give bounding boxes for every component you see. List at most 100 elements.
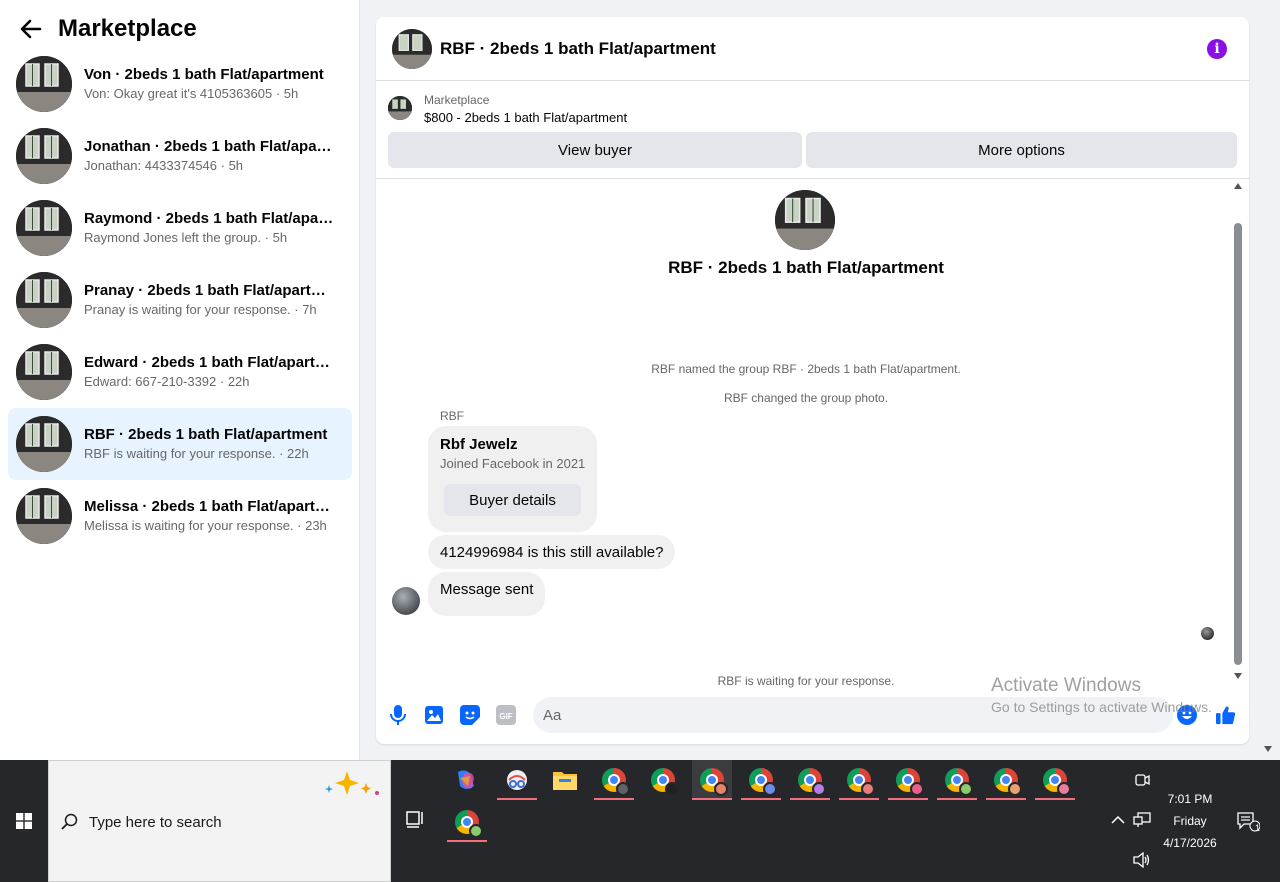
clock-date: 4/17/2026 (1163, 836, 1217, 850)
chrome-window-icon-active[interactable] (692, 760, 732, 800)
seen-indicator-avatar (1201, 627, 1214, 640)
taskbar-search-box[interactable]: Type here to search (48, 760, 391, 882)
buyer-card: Rbf Jewelz Joined Facebook in 2021 Buyer… (428, 426, 597, 532)
sender-label: RBF (440, 409, 464, 423)
chrome-window-icon[interactable] (1035, 760, 1075, 800)
scroll-thumb[interactable] (1234, 223, 1242, 665)
task-view-icon[interactable] (396, 800, 436, 840)
windows-taskbar: Type here to search 7:01 PM Friday 4/17/… (0, 760, 1280, 882)
conversation-item[interactable]: Edward · 2beds 1 bath Flat/apartm... Edw… (8, 336, 352, 408)
listing-thumbnail (388, 96, 412, 120)
scroll-up-arrow-icon[interactable] (1234, 183, 1242, 189)
conversation-preview: Raymond Jones left the group. · 5h (84, 230, 288, 245)
listing-thumbnail (16, 128, 72, 184)
conversation-preview: Edward: 667-210-3392 · 22h (84, 374, 250, 389)
page-scroll-down-icon[interactable] (1264, 746, 1272, 752)
view-buyer-button[interactable]: View buyer (388, 132, 802, 168)
thumbs-up-icon[interactable] (1216, 705, 1236, 725)
chrome-window-icon[interactable] (888, 760, 928, 800)
copilot-sparkle-icon[interactable] (321, 769, 383, 799)
listing-thumbnail (16, 272, 72, 328)
sticker-icon[interactable] (460, 705, 480, 725)
chrome-window-icon[interactable] (594, 760, 634, 800)
listing-thumbnail (16, 344, 72, 400)
notification-center-icon[interactable]: 1 (1228, 802, 1268, 842)
listing-thumbnail (16, 56, 72, 112)
snipping-tool-icon[interactable] (497, 760, 537, 800)
listing-banner: Marketplace $800 - 2beds 1 bath Flat/apa… (376, 82, 1249, 179)
message-scrollbar[interactable] (1233, 183, 1243, 679)
message-bubble[interactable]: Message sent (428, 572, 546, 616)
windows-start-icon[interactable] (0, 760, 48, 882)
chrome-window-icon[interactable] (937, 760, 977, 800)
system-message: RBF named the group RBF · 2beds 1 bath F… (651, 362, 961, 376)
sidebar-title: Marketplace (58, 15, 197, 42)
photo-icon[interactable] (424, 705, 444, 725)
message-input[interactable] (533, 697, 1173, 733)
scroll-down-arrow-icon[interactable] (1234, 673, 1242, 679)
listing-thumbnail (16, 200, 72, 256)
microphone-icon[interactable] (388, 705, 408, 725)
conversation-preview: RBF is waiting for your response. · 22h (84, 446, 309, 461)
conversation-name: Von · 2beds 1 bath Flat/apartment (84, 66, 324, 83)
conversation-item[interactable]: Von · 2beds 1 bath Flat/apartment Von: O… (8, 48, 352, 120)
conversation-name: Edward · 2beds 1 bath Flat/apartm... (84, 354, 334, 371)
listing-thumbnail (16, 488, 72, 544)
conversation-preview: Melissa is waiting for your response. · … (84, 518, 327, 533)
conversation-name: Jonathan · 2beds 1 bath Flat/apart... (84, 138, 334, 155)
listing-thumbnail (16, 416, 72, 472)
chrome-window-icon[interactable] (839, 760, 879, 800)
conversation-list: Von · 2beds 1 bath Flat/apartment Von: O… (8, 48, 352, 552)
clock-time: 7:01 PM (1167, 792, 1213, 806)
buyer-details-button[interactable]: Buyer details (444, 484, 581, 516)
listing-label: Marketplace (424, 93, 490, 107)
more-options-button[interactable]: More options (806, 132, 1237, 168)
chrome-window-icon[interactable] (447, 802, 487, 842)
conversation-name: Pranay · 2beds 1 bath Flat/apartm... (84, 282, 334, 299)
conversation-preview: Jonathan: 4433374546 · 5h (84, 158, 244, 173)
back-arrow-icon[interactable] (18, 14, 44, 44)
conversation-item-active[interactable]: RBF · 2beds 1 bath Flat/apartment RBF is… (8, 408, 352, 480)
sidebar-header: Marketplace (18, 14, 197, 44)
buyer-name: Rbf Jewelz (440, 436, 518, 453)
conversation-preview: Von: Okay great it's 4105363605 · 5h (84, 86, 299, 101)
listing-price: $800 - 2beds 1 bath Flat/apartment (424, 110, 628, 125)
chrome-window-icon[interactable] (643, 760, 683, 800)
search-icon (61, 813, 78, 830)
emoji-icon[interactable] (1177, 705, 1197, 725)
chrome-window-icon[interactable] (790, 760, 830, 800)
conversation-name: RBF · 2beds 1 bath Flat/apartment (84, 426, 328, 443)
chat-panel: RBF · 2beds 1 bath Flat/apartment i Mark… (376, 17, 1249, 744)
conversation-name: Melissa · 2beds 1 bath Flat/apartm... (84, 498, 334, 515)
chat-thumbnail[interactable] (392, 28, 432, 69)
message-thread: RBF · 2beds 1 bath Flat/apartment RBF na… (376, 180, 1236, 688)
conversation-item[interactable]: Pranay · 2beds 1 bath Flat/apartm... Pra… (8, 264, 352, 336)
chrome-window-icon[interactable] (986, 760, 1026, 800)
conversation-preview: Pranay is waiting for your response. · 7… (84, 302, 317, 317)
avatar[interactable] (392, 587, 420, 615)
conversation-name: Raymond · 2beds 1 bath Flat/apart... (84, 210, 334, 227)
conversation-item[interactable]: Raymond · 2beds 1 bath Flat/apart... Ray… (8, 192, 352, 264)
waiting-status: RBF is waiting for your response. (717, 674, 895, 688)
copilot-app-icon[interactable] (446, 760, 486, 800)
buyer-joined: Joined Facebook in 2021 (440, 456, 586, 471)
file-explorer-icon[interactable] (545, 760, 585, 800)
group-photo (775, 190, 835, 250)
message-composer: GIF (376, 693, 1249, 737)
listing-info[interactable]: Marketplace $800 - 2beds 1 bath Flat/apa… (388, 92, 627, 128)
info-icon[interactable]: i (1207, 39, 1227, 59)
conversation-sidebar: Marketplace Von · 2beds 1 bath Flat/apar… (0, 0, 360, 760)
taskbar-clock[interactable]: 7:01 PM Friday 4/17/2026 (1150, 788, 1230, 854)
svg-text:GIF: GIF (499, 712, 512, 721)
notification-count: 1 (1255, 823, 1261, 833)
search-placeholder: Type here to search (89, 814, 222, 831)
group-name: RBF · 2beds 1 bath Flat/apartment (668, 258, 944, 277)
message-bubble[interactable]: 4124996984 is this still available? (428, 535, 676, 569)
chat-title[interactable]: RBF · 2beds 1 bath Flat/apartment (440, 39, 716, 59)
conversation-item[interactable]: Melissa · 2beds 1 bath Flat/apartm... Me… (8, 480, 352, 552)
gif-icon[interactable]: GIF (496, 705, 516, 725)
system-message: RBF changed the group photo. (723, 391, 889, 405)
chrome-window-icon[interactable] (741, 760, 781, 800)
chat-header: RBF · 2beds 1 bath Flat/apartment i (376, 17, 1249, 81)
conversation-item[interactable]: Jonathan · 2beds 1 bath Flat/apart... Jo… (8, 120, 352, 192)
